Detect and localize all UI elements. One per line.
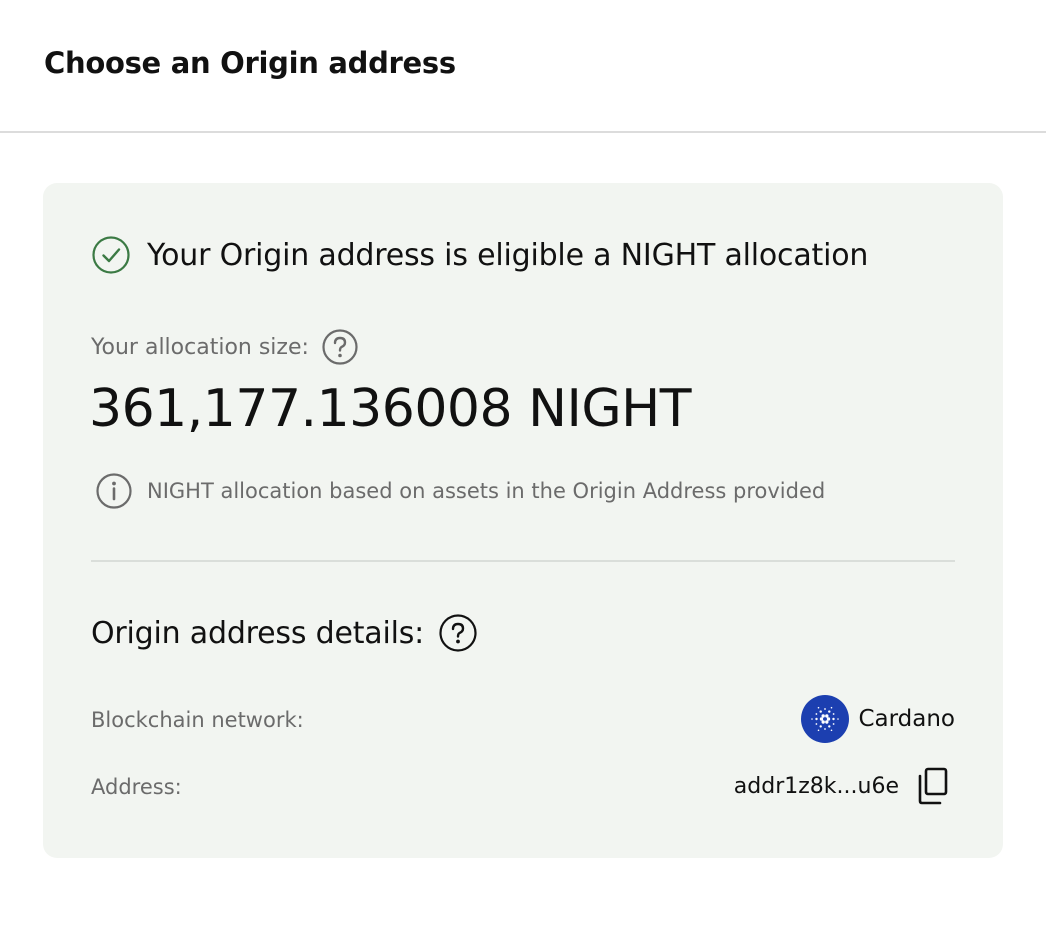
info-icon bbox=[96, 473, 132, 509]
details-title: Origin address details: bbox=[91, 615, 425, 651]
page-header: Choose an Origin address bbox=[0, 0, 1046, 133]
eligibility-banner: Your Origin address is eligible a NIGHT … bbox=[91, 235, 868, 275]
cardano-icon bbox=[801, 695, 850, 743]
allocation-amount: 361,177.136008 NIGHT bbox=[89, 379, 692, 439]
network-value: Cardano bbox=[801, 695, 955, 743]
network-label: Blockchain network: bbox=[91, 708, 304, 732]
copy-icon[interactable] bbox=[917, 767, 949, 805]
page-title: Choose an Origin address bbox=[44, 46, 456, 80]
allocation-card: Your Origin address is eligible a NIGHT … bbox=[43, 183, 1003, 858]
help-icon[interactable] bbox=[321, 328, 359, 366]
address-label: Address: bbox=[91, 775, 182, 799]
allocation-note: NIGHT allocation based on assets in the … bbox=[147, 479, 826, 503]
allocation-size-label: Your allocation size: bbox=[91, 334, 309, 360]
allocation-note-row: NIGHT allocation based on assets in the … bbox=[95, 472, 825, 510]
check-circle-icon bbox=[92, 236, 130, 274]
divider bbox=[91, 560, 955, 562]
details-header: Origin address details: bbox=[91, 613, 478, 653]
network-name: Cardano bbox=[858, 706, 955, 732]
address-text: addr1z8k...u6e bbox=[733, 773, 899, 799]
eligibility-message: Your Origin address is eligible a NIGHT … bbox=[147, 237, 869, 273]
address-value: addr1z8k...u6e bbox=[734, 767, 949, 805]
help-icon[interactable] bbox=[438, 613, 478, 653]
allocation-label-row: Your allocation size: bbox=[91, 328, 359, 366]
